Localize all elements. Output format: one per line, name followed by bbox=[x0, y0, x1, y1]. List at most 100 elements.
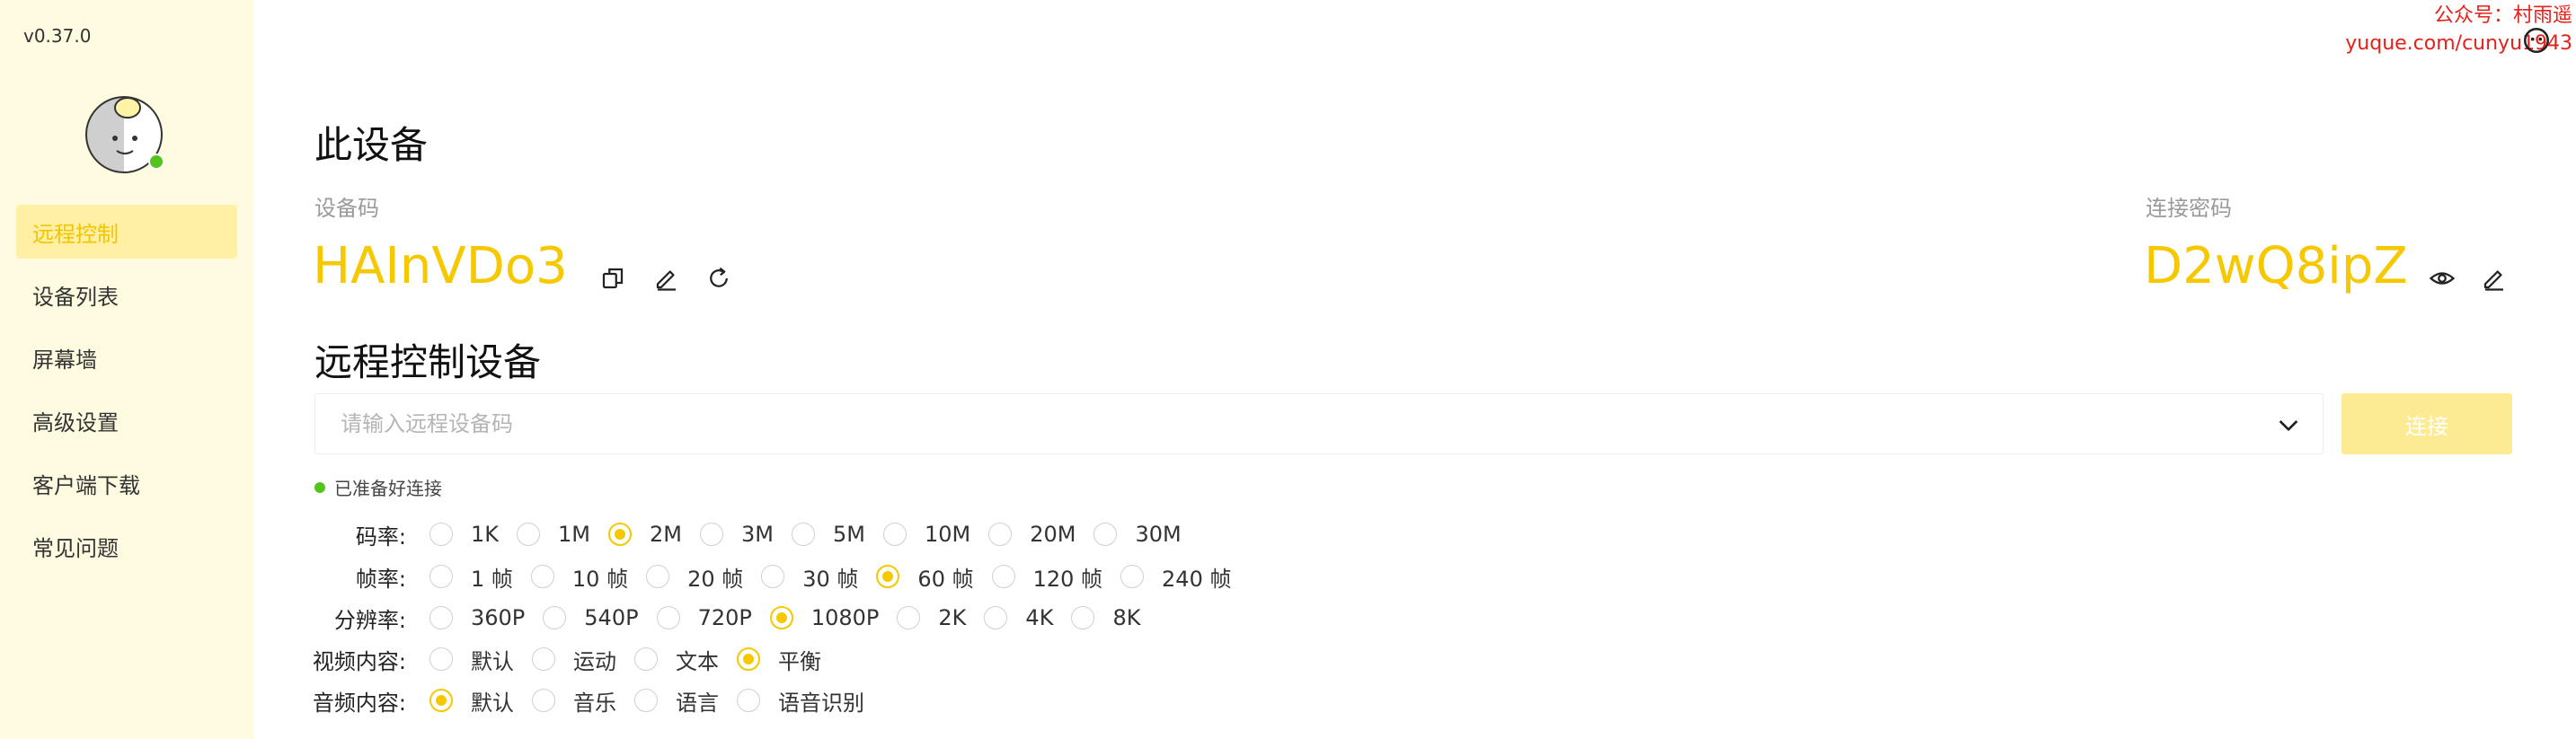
bitrate-option[interactable]: 1M bbox=[517, 522, 590, 547]
bitrate-option[interactable]: 10M bbox=[882, 522, 970, 547]
option-label: 30 帧 bbox=[802, 566, 859, 592]
option-label: 240 帧 bbox=[1162, 566, 1232, 592]
bitrate-option[interactable]: 1K bbox=[429, 522, 499, 547]
resolution-option[interactable]: 540P bbox=[543, 605, 639, 630]
resolution-option[interactable]: 2K bbox=[897, 605, 966, 630]
radio-button[interactable] bbox=[1120, 565, 1145, 588]
sidebar-item-advanced-settings[interactable]: 高级设置 bbox=[16, 393, 237, 447]
option-label: 音乐 bbox=[573, 690, 616, 716]
edit-code-button[interactable] bbox=[651, 262, 683, 295]
chevron-down-icon[interactable] bbox=[2274, 410, 2303, 439]
video-content-option[interactable]: 运动 bbox=[532, 644, 616, 675]
avatar[interactable] bbox=[83, 90, 169, 176]
option-label: 3M bbox=[740, 522, 774, 547]
radio-button[interactable] bbox=[991, 565, 1015, 588]
radio-button[interactable] bbox=[882, 523, 907, 546]
radio-button[interactable] bbox=[634, 689, 658, 712]
sidebar-item-remote-control[interactable]: 远程控制 bbox=[16, 205, 237, 259]
radio-button[interactable] bbox=[429, 606, 453, 629]
audio-content-option[interactable]: 默认 bbox=[429, 685, 514, 717]
refresh-icon bbox=[710, 267, 728, 287]
resolution-option[interactable]: 720P bbox=[656, 605, 752, 630]
option-label: 360P bbox=[471, 605, 526, 630]
radio-button[interactable] bbox=[517, 523, 541, 546]
remote-code-input[interactable] bbox=[315, 394, 2274, 453]
option-label: 语言 bbox=[676, 690, 719, 716]
video-content-option[interactable]: 默认 bbox=[429, 644, 514, 675]
feedback-icon[interactable] bbox=[2521, 25, 2552, 56]
radio-button[interactable] bbox=[791, 523, 815, 546]
status-dot bbox=[314, 481, 325, 493]
sidebar-item-label: 常见问题 bbox=[32, 535, 119, 561]
show-password-button[interactable] bbox=[2426, 262, 2458, 295]
resolution-option[interactable]: 4K bbox=[984, 605, 1053, 630]
framerate-option[interactable]: 1 帧 bbox=[429, 561, 513, 593]
edit-icon bbox=[2483, 270, 2503, 291]
framerate-option[interactable]: 30 帧 bbox=[761, 561, 858, 593]
sidebar-item-device-list[interactable]: 设备列表 bbox=[16, 268, 237, 321]
framerate-option[interactable]: 20 帧 bbox=[646, 561, 743, 593]
radio-button[interactable] bbox=[737, 689, 760, 712]
audio-content-option[interactable]: 音乐 bbox=[532, 685, 616, 717]
copy-icon bbox=[602, 268, 624, 289]
copy-code-button[interactable] bbox=[597, 262, 629, 295]
audio-content-option[interactable]: 语言 bbox=[634, 685, 719, 717]
radio-button[interactable] bbox=[769, 606, 793, 629]
radio-button[interactable] bbox=[532, 647, 555, 671]
sidebar-item-label: 远程控制 bbox=[32, 221, 119, 247]
edit-icon bbox=[656, 270, 676, 291]
radio-button[interactable] bbox=[761, 565, 785, 588]
bitrate-option[interactable]: 20M bbox=[988, 522, 1076, 547]
radio-button[interactable] bbox=[634, 647, 658, 671]
bitrate-option[interactable]: 3M bbox=[699, 522, 774, 547]
radio-button[interactable] bbox=[699, 523, 723, 546]
framerate-option[interactable]: 60 帧 bbox=[876, 561, 974, 593]
framerate-option[interactable]: 10 帧 bbox=[530, 561, 628, 593]
edit-password-button[interactable] bbox=[2478, 262, 2510, 295]
connect-button[interactable]: 连接 bbox=[2341, 393, 2512, 454]
resolution-option[interactable]: 360P bbox=[429, 605, 525, 630]
status-text: 已准备好连接 bbox=[334, 478, 442, 499]
video-content-option[interactable]: 平衡 bbox=[737, 644, 821, 675]
bitrate-option[interactable]: 30M bbox=[1093, 522, 1182, 547]
option-label: 运动 bbox=[573, 648, 616, 674]
bitrate-option[interactable]: 5M bbox=[791, 522, 865, 547]
radio-button[interactable] bbox=[1071, 606, 1095, 629]
radio-button[interactable] bbox=[897, 606, 921, 629]
radio-button[interactable] bbox=[646, 565, 670, 588]
audio-content-option[interactable]: 语音识别 bbox=[737, 685, 864, 717]
radio-button[interactable] bbox=[876, 565, 900, 588]
option-label: 默认 bbox=[471, 648, 514, 674]
radio-button[interactable] bbox=[543, 606, 567, 629]
framerate-option[interactable]: 120 帧 bbox=[991, 561, 1103, 593]
radio-button[interactable] bbox=[530, 565, 554, 588]
password-label: 连接密码 bbox=[2146, 196, 2232, 221]
sidebar-item-client-download[interactable]: 客户端下载 bbox=[16, 456, 237, 510]
radio-button[interactable] bbox=[532, 689, 555, 712]
radio-button[interactable] bbox=[429, 647, 453, 671]
radio-button[interactable] bbox=[1093, 523, 1118, 546]
radio-button[interactable] bbox=[608, 523, 632, 546]
radio-button[interactable] bbox=[737, 647, 760, 671]
radio-button[interactable] bbox=[988, 523, 1013, 546]
device-code-label: 设备码 bbox=[314, 196, 379, 221]
sidebar-item-screen-wall[interactable]: 屏幕墙 bbox=[16, 330, 237, 384]
framerate-option[interactable]: 240 帧 bbox=[1120, 561, 1231, 593]
resolution-option[interactable]: 8K bbox=[1071, 605, 1140, 630]
radio-button[interactable] bbox=[429, 689, 453, 712]
sidebar-item-faq[interactable]: 常见问题 bbox=[16, 519, 237, 573]
option-label: 120 帧 bbox=[1032, 566, 1103, 592]
resolution-option[interactable]: 1080P bbox=[769, 605, 879, 630]
radio-button[interactable] bbox=[429, 565, 453, 588]
option-label: 默认 bbox=[471, 690, 514, 716]
refresh-code-button[interactable] bbox=[703, 262, 735, 295]
option-label: 2K bbox=[938, 605, 967, 630]
video-content-option[interactable]: 文本 bbox=[634, 644, 719, 675]
radio-button[interactable] bbox=[984, 606, 1008, 629]
option-label: 20M bbox=[1030, 522, 1076, 547]
remote-code-combobox[interactable] bbox=[314, 393, 2324, 454]
sidebar: v0.37.0 远程控制 设备列表 屏幕墙 高级设置 客户端下载 常见问题 bbox=[0, 0, 253, 739]
radio-button[interactable] bbox=[429, 523, 453, 546]
bitrate-option[interactable]: 2M bbox=[608, 522, 682, 547]
radio-button[interactable] bbox=[656, 606, 680, 629]
